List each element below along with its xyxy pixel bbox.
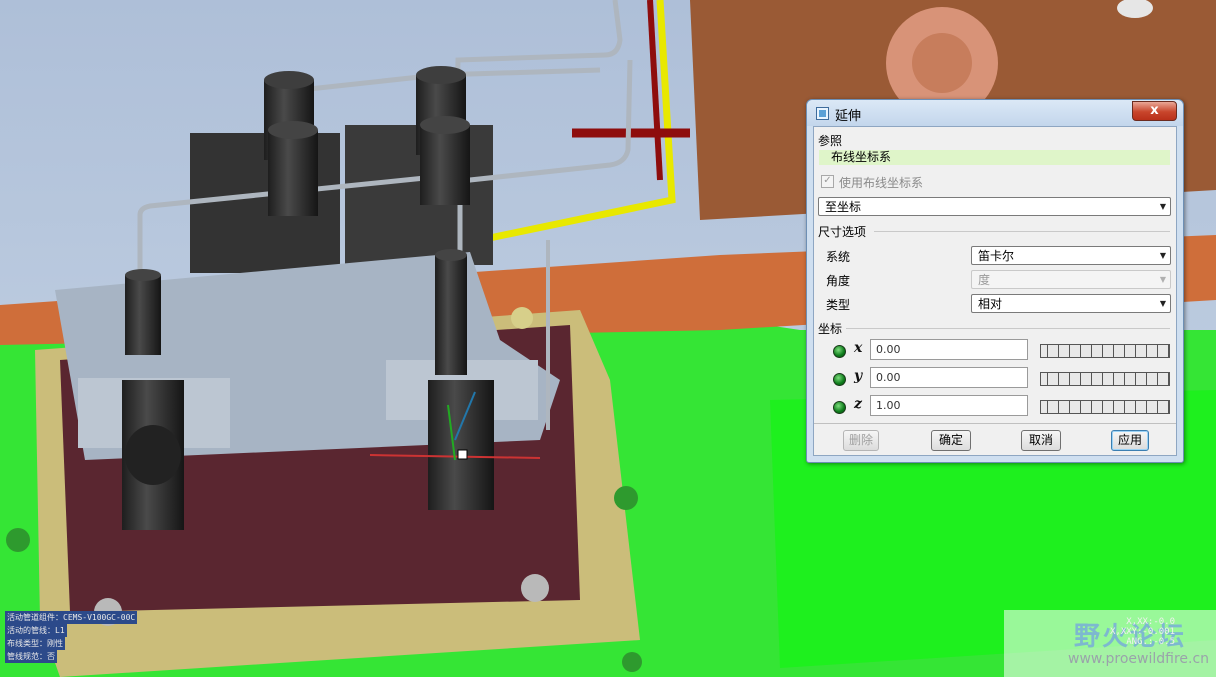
line-spec-text: 管线规范：否 xyxy=(5,650,57,663)
chevron-down-icon: ▼ xyxy=(1159,299,1166,308)
z-axis-label: z xyxy=(854,396,862,412)
z-value-field[interactable]: 1.00 xyxy=(870,395,1028,416)
chevron-down-icon: ▼ xyxy=(1159,202,1166,211)
y-thumbwheel[interactable] xyxy=(1040,372,1170,386)
x-value-field[interactable]: 0.00 xyxy=(870,339,1028,360)
z-thumbwheel[interactable] xyxy=(1040,400,1170,414)
system-label: 系统 xyxy=(826,250,851,264)
coord-line-1: X,XX:-0.0 xyxy=(1126,617,1176,627)
system-select[interactable]: 笛卡尔 ▼ xyxy=(971,246,1171,265)
y-status-icon xyxy=(833,373,846,386)
3d-viewport[interactable]: 延伸 x 参照 布线坐标系 ✓ 使用布线坐标系 至坐标 ▼ 尺寸选项 系统 笛卡… xyxy=(0,0,1216,677)
type-label: 类型 xyxy=(826,298,851,312)
dialog-titlebar[interactable]: 延伸 x xyxy=(807,100,1183,126)
chevron-down-icon: ▼ xyxy=(1159,251,1166,260)
watermark-url: www.proewildfire.cn xyxy=(1068,651,1210,667)
divider xyxy=(846,328,1170,329)
coordinate-readout: X,XX:-0.0 X,XXY:-0.001 ANG.:-0.5 xyxy=(1110,617,1175,647)
coord-line-3: ANG.:-0.5 xyxy=(1126,637,1176,647)
type-select[interactable]: 相对 ▼ xyxy=(971,294,1171,313)
divider xyxy=(814,423,1176,424)
type-value: 相对 xyxy=(978,297,1003,311)
dimension-options-heading: 尺寸选项 xyxy=(818,225,867,239)
reference-collector[interactable]: 布线坐标系 xyxy=(819,150,1170,165)
delete-button: 删除 xyxy=(843,430,879,451)
divider xyxy=(874,231,1170,232)
active-assembly-text: 活动管道组件：CEMS-V100GC-00C xyxy=(5,611,138,624)
apply-button[interactable]: 应用 xyxy=(1111,430,1149,451)
cancel-button[interactable]: 取消 xyxy=(1021,430,1061,451)
extend-mode-value: 至坐标 xyxy=(825,200,862,214)
x-axis-label: x xyxy=(854,340,863,356)
routing-type-text: 布线类型：刚性 xyxy=(5,637,65,650)
x-thumbwheel[interactable] xyxy=(1040,344,1170,358)
angle-select: 度 ▼ xyxy=(971,270,1171,289)
extend-dialog: 延伸 x 参照 布线坐标系 ✓ 使用布线坐标系 至坐标 ▼ 尺寸选项 系统 笛卡… xyxy=(806,99,1184,463)
chevron-down-icon: ▼ xyxy=(1159,275,1166,284)
angle-label: 角度 xyxy=(826,274,851,288)
dialog-app-icon xyxy=(816,107,829,120)
reference-heading: 参照 xyxy=(818,134,843,148)
routing-status-overlay: 活动管道组件：CEMS-V100GC-00C 活动的管线：L1 布线类型：刚性 … xyxy=(5,611,138,663)
x-status-icon xyxy=(833,345,846,358)
system-value: 笛卡尔 xyxy=(978,249,1015,263)
y-value-field[interactable]: 0.00 xyxy=(870,367,1028,388)
use-routing-csys-label: 使用布线坐标系 xyxy=(839,176,924,190)
angle-value: 度 xyxy=(978,273,991,287)
dialog-title: 延伸 xyxy=(835,109,862,124)
use-routing-csys-checkbox[interactable]: ✓ xyxy=(821,175,834,188)
dialog-body: 参照 布线坐标系 ✓ 使用布线坐标系 至坐标 ▼ 尺寸选项 系统 笛卡尔 ▼ 角… xyxy=(813,126,1177,456)
close-button[interactable]: x xyxy=(1132,101,1177,121)
z-status-icon xyxy=(833,401,846,414)
coordinates-heading: 坐标 xyxy=(818,322,843,336)
active-line-text: 活动的管线：L1 xyxy=(5,624,67,637)
y-axis-label: y xyxy=(854,368,863,384)
ok-button[interactable]: 确定 xyxy=(931,430,971,451)
extend-mode-select[interactable]: 至坐标 ▼ xyxy=(818,197,1171,216)
coord-line-2: X,XXY:-0.001 xyxy=(1110,627,1176,637)
